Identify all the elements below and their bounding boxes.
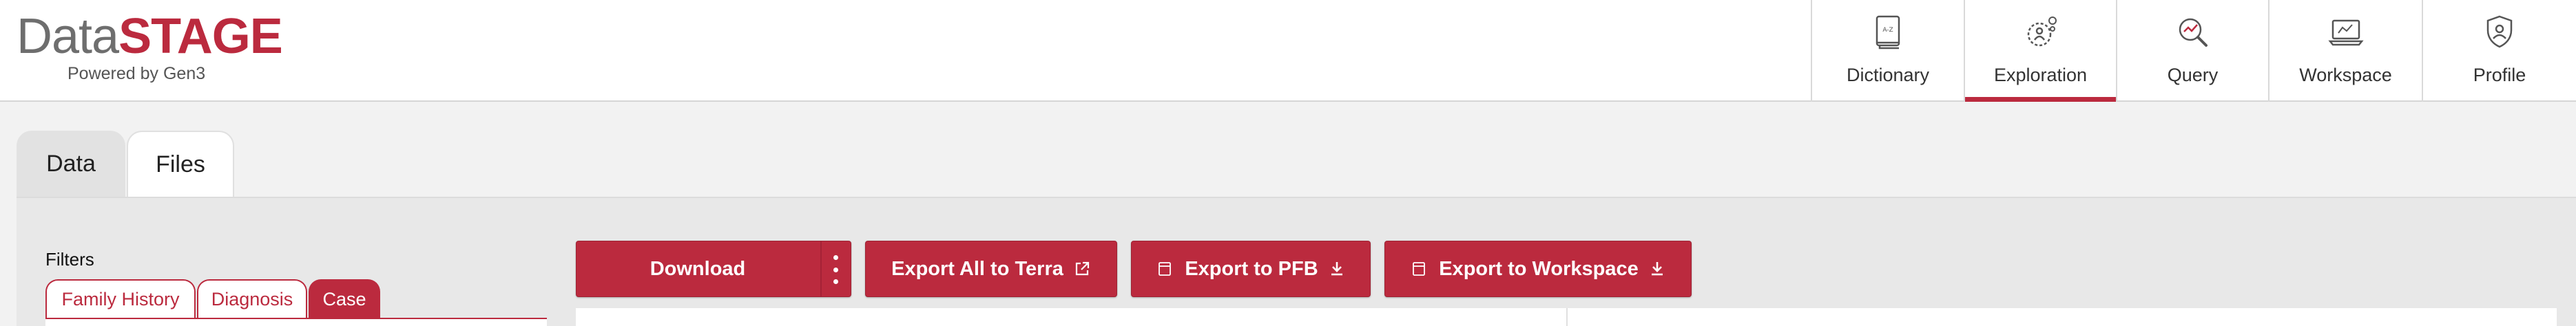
top-nav: A-Z Dictionary Exploration Query Workspa…	[1811, 0, 2576, 102]
logo-data-text: Data	[17, 9, 119, 64]
filter-panel	[45, 318, 547, 326]
download-icon	[1648, 260, 1666, 278]
export-pfb-label: Export to PFB	[1185, 257, 1318, 280]
nav-workspace[interactable]: Workspace	[2268, 0, 2422, 102]
nav-query[interactable]: Query	[2116, 0, 2268, 102]
kebab-menu-icon[interactable]	[830, 255, 841, 284]
filter-tab-case[interactable]: Case	[309, 279, 380, 318]
profile-icon	[2480, 12, 2520, 52]
download-button[interactable]: Download	[576, 241, 851, 297]
logo-wordmark: DataSTAGE	[17, 8, 283, 65]
filter-tab-diagnosis[interactable]: Diagnosis	[197, 279, 307, 318]
nav-label: Exploration	[1993, 65, 2088, 85]
column-divider	[1566, 308, 1568, 326]
nav-exploration[interactable]: Exploration	[1964, 0, 2116, 102]
logo-stage-text: STAGE	[118, 9, 283, 64]
dictionary-icon: A-Z	[1868, 12, 1908, 52]
export-to-terra-button[interactable]: Export All to Terra	[865, 241, 1117, 297]
nav-profile[interactable]: Profile	[2422, 0, 2576, 102]
datastage-logo[interactable]: DataSTAGE Powered by Gen3	[17, 8, 283, 84]
filter-tab-family-history[interactable]: Family History	[45, 279, 196, 318]
external-link-icon	[1073, 260, 1091, 278]
top-header: DataSTAGE Powered by Gen3 A-Z Dictionary…	[0, 0, 2576, 102]
nav-label: Workspace	[2299, 65, 2392, 85]
button-divider	[820, 241, 822, 296]
export-to-pfb-button[interactable]: Export to PFB	[1131, 241, 1371, 297]
tab-files[interactable]: Files	[127, 131, 234, 197]
nav-label: Dictionary	[1846, 65, 1930, 85]
file-icon	[1410, 260, 1428, 278]
export-to-workspace-button[interactable]: Export to Workspace	[1384, 241, 1692, 297]
workspace-icon	[2326, 12, 2366, 52]
download-icon	[1328, 260, 1346, 278]
nav-label: Query	[2167, 65, 2219, 85]
tab-data[interactable]: Data	[17, 131, 125, 197]
logo-subtitle: Powered by Gen3	[67, 64, 206, 83]
query-icon	[2173, 12, 2213, 52]
svg-text:A-Z: A-Z	[1882, 27, 1893, 34]
export-workspace-label: Export to Workspace	[1439, 257, 1639, 280]
nav-dictionary[interactable]: A-Z Dictionary	[1811, 0, 1964, 102]
file-icon	[1156, 260, 1174, 278]
nav-label: Profile	[2473, 65, 2526, 85]
filters-title: Filters	[45, 249, 94, 270]
files-table	[576, 308, 2557, 326]
exploration-icon	[2021, 12, 2061, 52]
export-terra-label: Export All to Terra	[891, 257, 1063, 280]
download-label: Download	[650, 257, 746, 280]
